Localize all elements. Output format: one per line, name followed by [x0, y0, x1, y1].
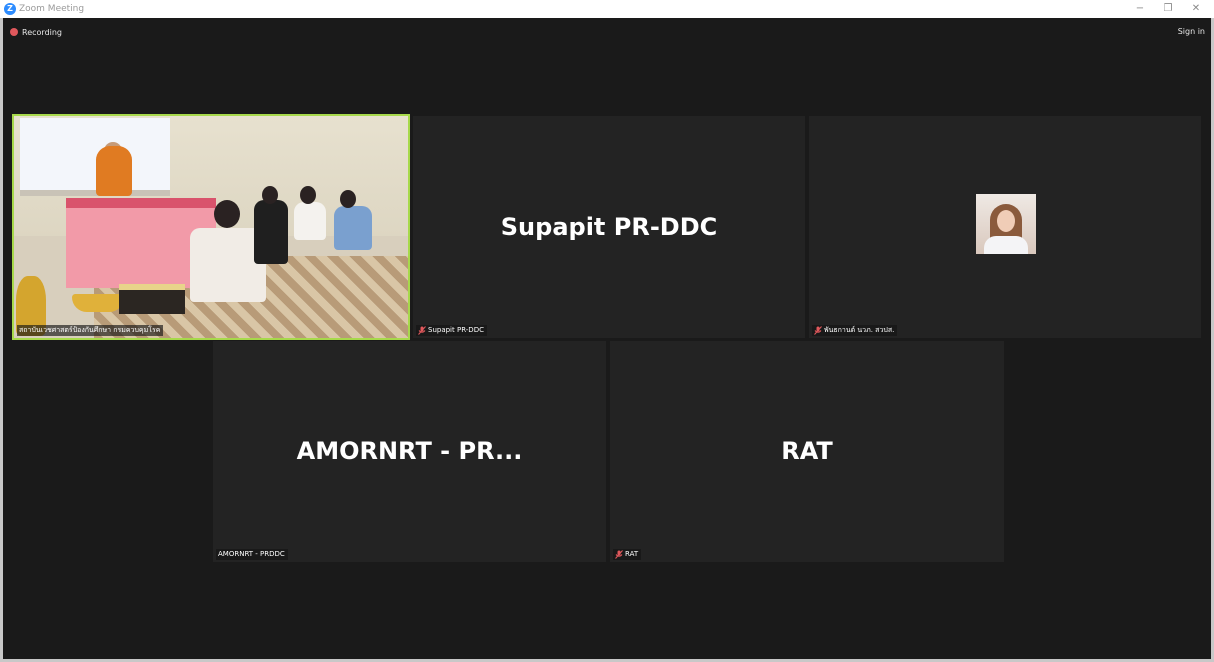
participant-tile-video[interactable]: สถาบันเวชศาสตร์ป้องกันศึกษา กรมควบคุมโรค [12, 114, 410, 340]
close-button[interactable]: ✕ [1188, 2, 1204, 16]
sign-in-link[interactable]: Sign in [1178, 26, 1205, 38]
zoom-logo-icon: Z [4, 3, 16, 15]
window-title: Zoom Meeting [19, 4, 85, 14]
participant-tile-avatar[interactable]: พันธกานต์ นวภ. สวปส. [809, 116, 1201, 338]
avatar [976, 194, 1036, 254]
participant-name: Supapit PR-DDC [500, 213, 718, 241]
participant-label: พันธกานต์ นวภ. สวปส. [812, 325, 898, 336]
participant-label: AMORNRT - PRDDC [216, 549, 288, 560]
mic-muted-icon [418, 326, 426, 335]
participant-label: Supapit PR-DDC [416, 325, 487, 336]
participant-label: สถาบันเวชศาสตร์ป้องกันศึกษา กรมควบคุมโรค [17, 325, 164, 336]
mic-muted-icon [615, 550, 623, 559]
minimize-button[interactable]: − [1132, 2, 1148, 16]
participant-label: RAT [613, 549, 642, 560]
recording-dot-icon [10, 28, 18, 36]
participant-tile-amornrt[interactable]: AMORNRT - PR... AMORNRT - PRDDC [213, 341, 606, 562]
mic-muted-icon [814, 326, 822, 335]
participant-name: RAT [781, 437, 833, 465]
participant-video [14, 116, 408, 338]
participant-tile-supapit[interactable]: Supapit PR-DDC Supapit PR-DDC [413, 116, 805, 338]
participant-name: AMORNRT - PR... [296, 437, 523, 465]
participant-tile-rat[interactable]: RAT RAT [610, 341, 1004, 562]
recording-indicator[interactable]: Recording [10, 26, 62, 38]
title-bar: Z Zoom Meeting − ❐ ✕ [0, 0, 1214, 18]
recording-label: Recording [22, 27, 63, 37]
restore-button[interactable]: ❐ [1160, 2, 1176, 16]
